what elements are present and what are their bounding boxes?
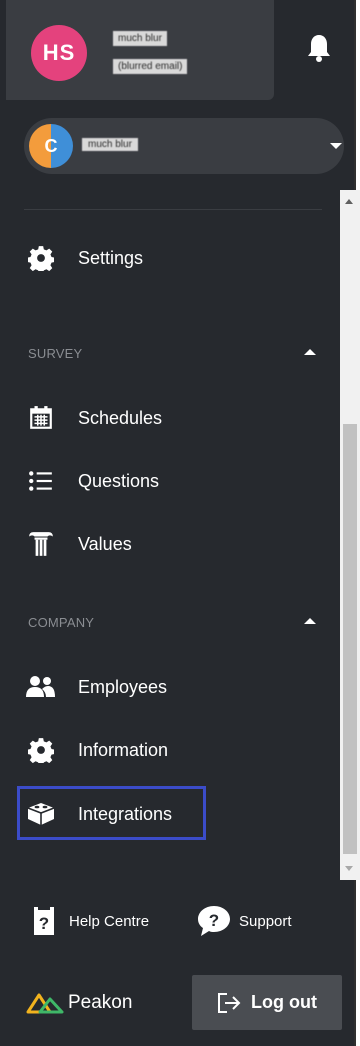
- menu-item-values[interactable]: Values: [24, 522, 324, 566]
- menu-item-employees[interactable]: Employees: [24, 665, 324, 709]
- chevron-up-icon: [304, 618, 316, 624]
- peakon-logo: Peakon: [26, 988, 132, 1018]
- bell-icon: [308, 35, 330, 62]
- company-name: much blur: [82, 138, 138, 151]
- menu-item-label: Employees: [78, 676, 168, 697]
- logout-button[interactable]: Log out: [192, 975, 342, 1030]
- support-label: Support: [239, 912, 292, 930]
- menu-item-questions[interactable]: Questions: [24, 459, 324, 503]
- scroll-up-icon[interactable]: [345, 199, 353, 204]
- section-header-company[interactable]: COMPANY: [28, 612, 328, 632]
- user-email: (blurred email): [113, 59, 188, 74]
- peakon-mark-icon: [26, 993, 64, 1014]
- company-select[interactable]: C much blur: [24, 118, 344, 174]
- people-icon: [24, 672, 58, 702]
- logout-label: Log out: [251, 992, 317, 1012]
- scroll-thumb[interactable]: [343, 424, 357, 854]
- chevron-up-icon: [304, 349, 316, 355]
- company-logo-letter: C: [44, 135, 58, 156]
- menu-item-label: Values: [78, 533, 132, 554]
- chevron-down-icon: [330, 143, 342, 149]
- user-name: much blur: [113, 31, 167, 46]
- selection-highlight: [17, 786, 206, 840]
- menu-item-label: Settings: [78, 247, 144, 268]
- avatar[interactable]: HS: [31, 25, 87, 81]
- help-doc-icon: ?: [33, 906, 55, 936]
- help-centre-link[interactable]: ? Help Centre: [33, 903, 149, 939]
- profile-card[interactable]: HS much blur (blurred email): [6, 0, 274, 100]
- support-icon: ?: [197, 905, 231, 937]
- notifications-button[interactable]: [296, 28, 342, 68]
- menu-item-label: Information: [78, 739, 169, 760]
- help-centre-label: Help Centre: [69, 912, 150, 930]
- logout-icon: [217, 992, 241, 1014]
- scrollbar[interactable]: [340, 190, 360, 880]
- menu-item-information[interactable]: Information: [24, 728, 324, 772]
- sidebar: HS much blur (blurred email) C much blur…: [0, 0, 356, 1046]
- svg-text:?: ?: [209, 911, 219, 930]
- scroll-down-icon[interactable]: [345, 866, 353, 871]
- menu-item-settings[interactable]: Settings: [24, 236, 324, 280]
- gear-icon: [24, 735, 58, 765]
- calendar-icon: [24, 403, 58, 433]
- support-link[interactable]: ? Support: [197, 903, 292, 939]
- list-icon: [24, 466, 58, 496]
- svg-text:?: ?: [39, 914, 49, 933]
- company-logo: C: [29, 124, 73, 168]
- pillar-icon: [24, 529, 58, 559]
- brand-name: Peakon: [68, 992, 133, 1013]
- divider: [24, 209, 322, 210]
- section-header-survey[interactable]: SURVEY: [28, 343, 328, 363]
- gear-icon: [24, 243, 58, 273]
- menu-item-label: Questions: [78, 470, 160, 491]
- menu-item-label: Schedules: [78, 407, 163, 428]
- menu-item-schedules[interactable]: Schedules: [24, 396, 324, 440]
